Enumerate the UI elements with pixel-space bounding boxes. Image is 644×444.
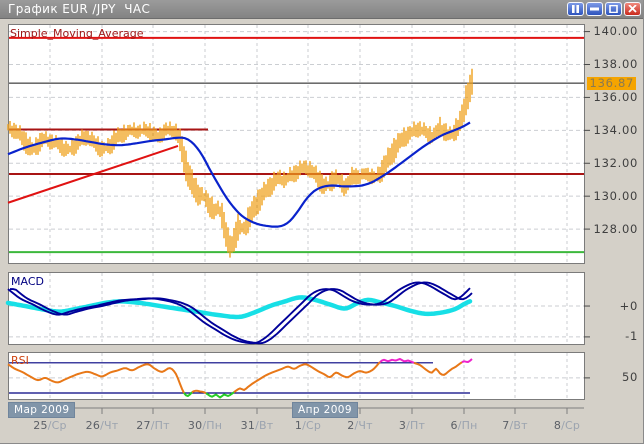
month-badge-march: Мар 2009 bbox=[8, 402, 75, 418]
pause-button[interactable] bbox=[567, 2, 584, 16]
window-title: График EUR /JPY ЧАС bbox=[8, 2, 150, 16]
rsi-indicator-label: RSI bbox=[11, 354, 29, 367]
restore-icon bbox=[609, 5, 618, 13]
sma-indicator-label: Simple_Moving_Average bbox=[10, 27, 143, 40]
macd-indicator-label: MACD bbox=[11, 275, 44, 288]
close-icon bbox=[628, 5, 637, 13]
pause-icon bbox=[571, 5, 580, 13]
close-button[interactable] bbox=[624, 2, 641, 16]
window-controls bbox=[567, 2, 641, 16]
chart-window: График EUR /JPY ЧАС 140.00138.00136.0013… bbox=[0, 0, 644, 444]
month-badge-april: Апр 2009 bbox=[292, 402, 358, 418]
minimize-icon bbox=[590, 5, 599, 13]
current-price-badge: 136.87 bbox=[587, 77, 636, 90]
chart-graphics bbox=[0, 0, 644, 444]
restore-button[interactable] bbox=[605, 2, 622, 16]
minimize-button[interactable] bbox=[586, 2, 603, 16]
window-titlebar[interactable]: График EUR /JPY ЧАС bbox=[0, 0, 644, 19]
